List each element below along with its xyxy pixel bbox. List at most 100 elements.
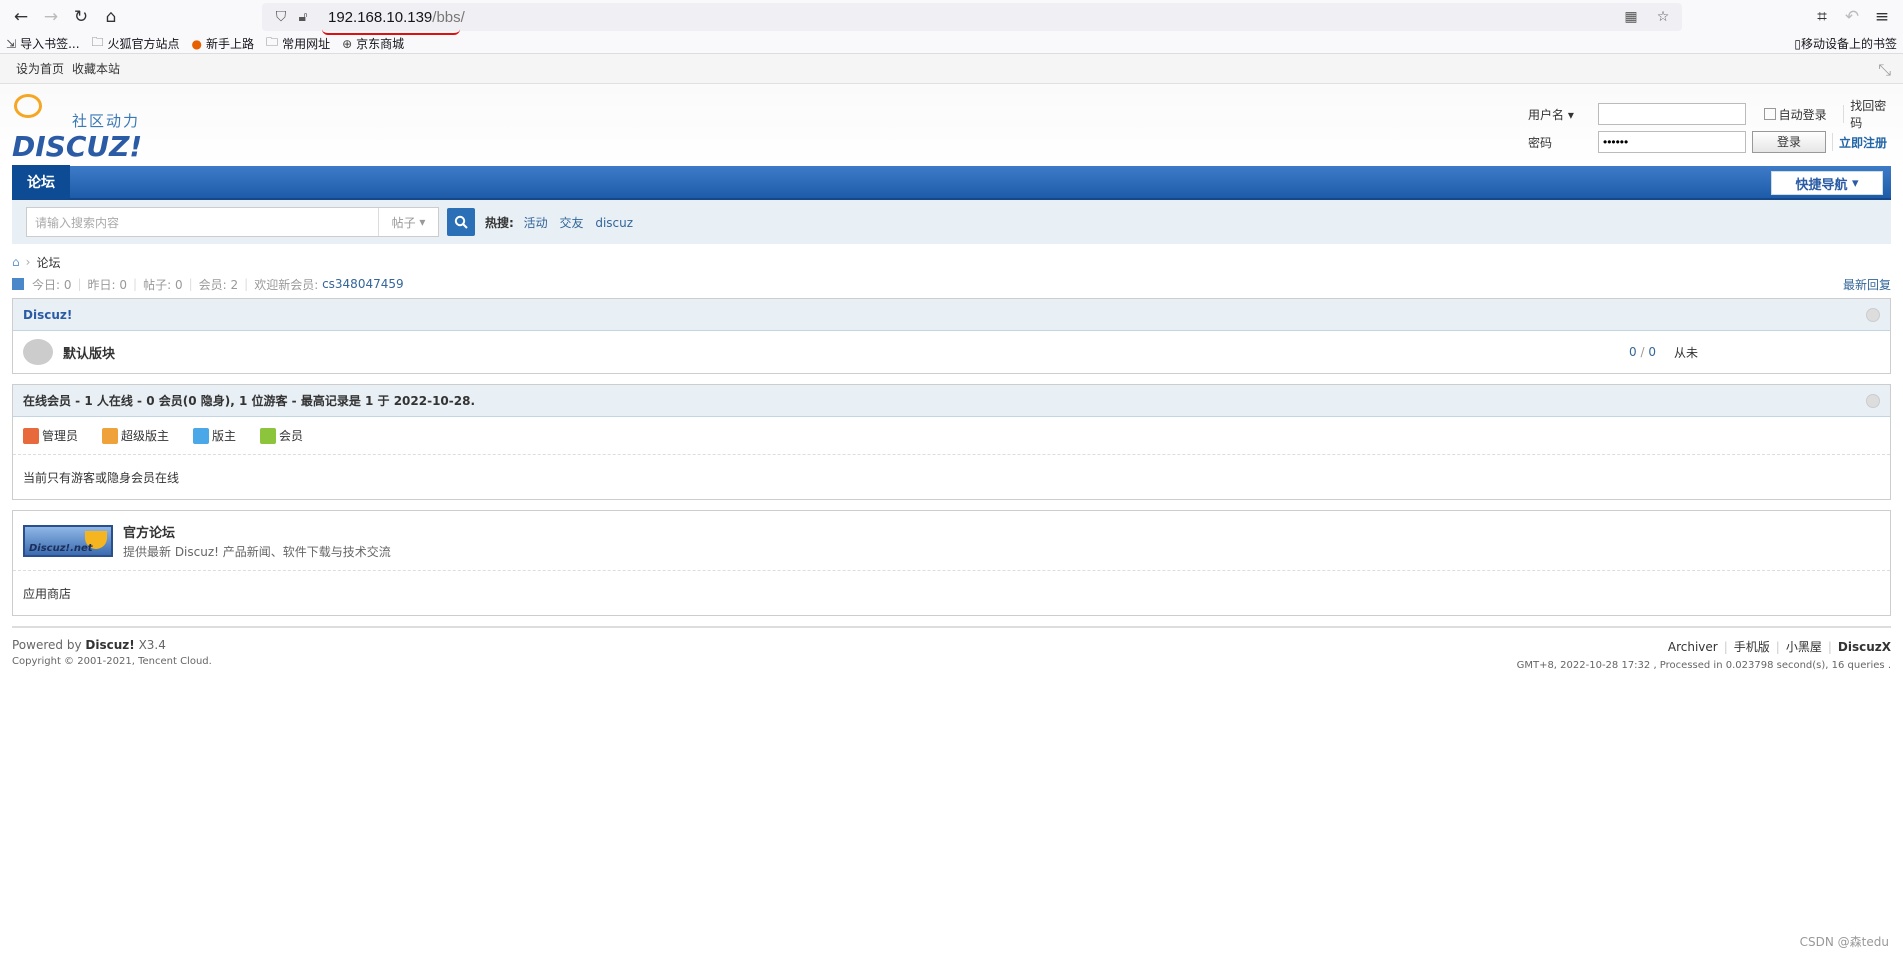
discuz-logo[interactable]: 社区动力 DISCUZ! — [12, 94, 162, 164]
search-bar: 请输入搜索内容 帖子 ▾ 热搜: 活动 交友 discuz — [12, 200, 1891, 244]
forum-counts: 0 / 0 — [1629, 345, 1656, 359]
forum-last-post: 从未 — [1674, 345, 1699, 360]
login-button[interactable]: 登录 — [1752, 131, 1826, 153]
back-icon[interactable]: ← — [6, 2, 36, 32]
shield-icon[interactable]: ⛉ — [270, 9, 292, 25]
appstore-link[interactable]: 应用商店 — [13, 571, 1890, 615]
archiver-link[interactable]: Archiver — [1668, 640, 1718, 654]
stat-today: 今日: 0 — [32, 277, 72, 292]
bookmarks-bar: ⇲ 导入书签... 🗀 火狐官方站点 ● 新手上路 🗀 常用网址 ⊕ 京东商城 ▯ 移动设备… — [0, 34, 1903, 54]
globe-icon: ⊕ — [342, 36, 353, 51]
online-title: 在线会员 - 1 人在线 - 0 会员(0 隐身), 1 位游客 - 最高记录是… — [23, 394, 476, 408]
user-icon — [193, 427, 210, 444]
hot-search-item[interactable]: 活动 — [524, 216, 548, 230]
qr-code-icon[interactable]: ▦ — [1620, 9, 1642, 25]
logo-word: DISCUZ! — [12, 130, 143, 163]
register-link[interactable]: 立即注册 — [1839, 134, 1887, 151]
latest-replies-link[interactable]: 最新回复 — [1843, 276, 1891, 293]
url-bar[interactable]: ⛉ 🔓︎ 192.168.10.139/bbs/ ▦ ☆ — [262, 3, 1682, 35]
breadcrumb-current[interactable]: 论坛 — [36, 254, 60, 271]
legend-mod: 版主 — [193, 427, 236, 444]
friend-link-desc: 提供最新 Discuz! 产品新闻、软件下载与技术交流 — [123, 544, 391, 559]
friend-links-box: Discuz!.net 官方论坛 提供最新 Discuz! 产品新闻、软件下载与… — [12, 510, 1891, 616]
legend-super-mod: 超级版主 — [102, 427, 169, 444]
bookmark-item[interactable]: ⊕ 京东商城 — [342, 35, 404, 52]
discuzx-link[interactable]: DiscuzX — [1838, 640, 1891, 654]
insecure-lock-icon[interactable]: 🔓︎ — [292, 9, 314, 25]
category-title[interactable]: Discuz! — [23, 308, 72, 322]
footer-links: Archiver | 手机版 | 小黑屋 | DiscuzX — [1667, 638, 1891, 655]
new-member-link[interactable]: cs348047459 — [322, 277, 404, 291]
bookmark-item[interactable]: 🗀 常用网址 — [266, 33, 330, 54]
search-type-select[interactable]: 帖子 ▾ — [378, 208, 438, 236]
friend-link: Discuz!.net 官方论坛 提供最新 Discuz! 产品新闻、软件下载与… — [13, 511, 1890, 571]
password-input[interactable] — [1598, 131, 1746, 153]
collapse-icon[interactable]: ⤡ — [1878, 60, 1891, 80]
blacklist-link[interactable]: 小黑屋 — [1786, 638, 1822, 655]
forum-row: 默认版块 0 / 0 从未 — [13, 331, 1890, 373]
online-legend: 管理员 超级版主 版主 会员 — [13, 417, 1890, 455]
hot-search-item[interactable]: discuz — [595, 216, 633, 230]
search-input[interactable]: 请输入搜索内容 — [27, 214, 378, 231]
site-topbar: 设为首页 收藏本站 ⤡ — [0, 54, 1903, 84]
undo-icon[interactable]: ↶ — [1837, 2, 1867, 32]
password-label: 密码 — [1528, 135, 1553, 150]
discuz-net-logo[interactable]: Discuz!.net — [23, 524, 113, 557]
user-icon — [23, 427, 39, 444]
home-icon[interactable]: ⌂ — [12, 255, 20, 269]
watermark: CSDN @森tedu — [1799, 935, 1889, 949]
bookmark-item[interactable]: ⇲ 导入书签... — [6, 35, 80, 52]
forum-name[interactable]: 默认版块 — [63, 343, 115, 362]
mobile-bookmarks[interactable]: ▯ 移动设备上的书签 — [1794, 35, 1897, 52]
browser-toolbar: ← → ↻ ⌂ ⛉ 🔓︎ 192.168.10.139/bbs/ ▦ ☆ ⌗ ↶… — [0, 0, 1903, 35]
user-icon — [102, 427, 119, 444]
process-info: GMT+8, 2022-10-28 17:32 , Processed in 0… — [1516, 660, 1891, 671]
hot-search-label: 热搜: — [485, 215, 514, 230]
url-text[interactable]: 192.168.10.139/bbs/ — [322, 9, 465, 35]
mobile-icon: ▯ — [1794, 36, 1801, 51]
stat-yesterday: 昨日: 0 — [87, 277, 128, 292]
home-icon[interactable]: ⌂ — [96, 2, 126, 32]
hot-search-item[interactable]: 交友 — [559, 216, 583, 230]
collapse-icon[interactable] — [1866, 394, 1880, 408]
site-header: 社区动力 DISCUZ! 用户名 ▾ 自动登录 找回密码 密码 登录 立即注册 — [0, 84, 1903, 166]
collapse-icon[interactable] — [1866, 308, 1880, 322]
welcome-label: 欢迎新会员: — [254, 277, 319, 292]
bookmark-item[interactable]: 🗀 火狐官方站点 — [92, 33, 180, 54]
login-panel: 用户名 ▾ 自动登录 找回密码 密码 登录 立即注册 — [1528, 99, 1898, 158]
import-icon: ⇲ — [6, 36, 17, 51]
username-type-select[interactable]: 用户名 ▾ — [1528, 106, 1598, 123]
username-input[interactable] — [1597, 103, 1746, 125]
main-nav: 论坛 快捷导航 ▾ — [12, 165, 1891, 200]
mobile-link[interactable]: 手机版 — [1734, 638, 1770, 655]
logo-tagline: 社区动力 — [72, 112, 141, 130]
reload-icon[interactable]: ↻ — [66, 2, 96, 32]
red-underline-annotation — [322, 29, 460, 35]
nav-forum-tab[interactable]: 论坛 — [12, 165, 70, 199]
online-text: 当前只有游客或隐身会员在线 — [23, 470, 180, 485]
search-button[interactable] — [447, 208, 475, 236]
legend-admin: 管理员 — [23, 427, 78, 444]
star-bookmark-icon[interactable]: ☆ — [1652, 9, 1674, 25]
search-icon — [454, 215, 468, 229]
menu-icon[interactable]: ≡ — [1867, 2, 1897, 32]
forum-stats: 今日: 0 | 昨日: 0 | 帖子: 0 | 会员: 2 | 欢迎新会员: cs348… — [12, 274, 1891, 294]
forward-icon[interactable]: → — [36, 2, 66, 32]
stats-chart-icon — [12, 278, 24, 290]
auto-login-checkbox[interactable]: 自动登录 — [1752, 106, 1838, 123]
firefox-icon: ● — [191, 36, 203, 51]
quick-nav-button[interactable]: 快捷导航 ▾ — [1771, 171, 1883, 195]
speech-bubble-icon — [14, 94, 42, 118]
powered-by: Powered by Discuz! X3.4 — [12, 638, 166, 652]
friend-link-name[interactable]: 官方论坛 — [123, 526, 175, 541]
favorite-link[interactable]: 收藏本站 — [72, 60, 120, 77]
stat-members: 会员: 2 — [198, 277, 239, 292]
bookmark-item[interactable]: ● 新手上路 — [192, 35, 255, 52]
breadcrumb: ⌂ › 论坛 — [12, 254, 61, 271]
set-home-link[interactable]: 设为首页 — [16, 60, 64, 77]
online-box: 在线会员 - 1 人在线 - 0 会员(0 隐身), 1 位游客 - 最高记录是… — [12, 384, 1891, 500]
footer: Powered by Discuz! X3.4 Copyright © 2001… — [12, 626, 1891, 686]
folder-icon: 🗀 — [91, 35, 104, 49]
crop-icon[interactable]: ⌗ — [1807, 2, 1837, 32]
forgot-password-link[interactable]: 找回密码 — [1850, 97, 1898, 131]
